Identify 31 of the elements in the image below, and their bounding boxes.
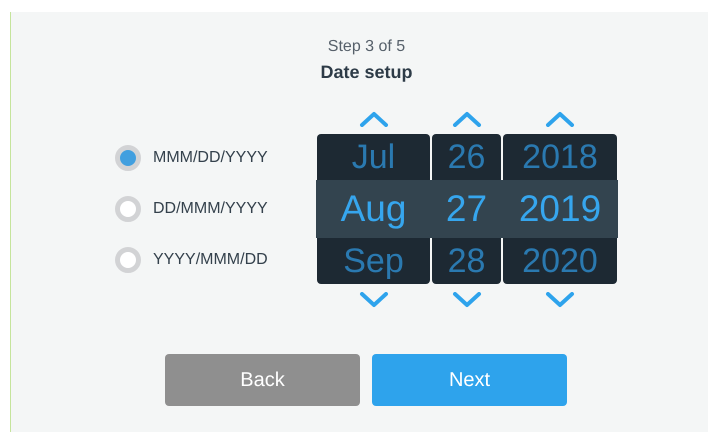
wheel-item[interactable]: 28	[432, 238, 501, 284]
scroll-down-button[interactable]	[544, 290, 576, 310]
chevron-down-icon	[452, 292, 482, 308]
step-indicator: Step 3 of 5	[328, 37, 406, 57]
wheel-item[interactable]: 27	[432, 180, 501, 238]
scroll-down-button[interactable]	[450, 290, 482, 310]
wheel-item[interactable]: 2019	[503, 180, 617, 238]
chevron-down-icon	[358, 292, 388, 308]
wheel-item[interactable]: 2018	[503, 134, 617, 180]
radio-button[interactable]	[115, 247, 141, 273]
option-label: DD/MMM/YYYY	[153, 200, 268, 218]
back-button[interactable]: Back	[165, 354, 360, 406]
wheel-item[interactable]: Aug	[317, 180, 430, 238]
wheel-item[interactable]: Sep	[317, 238, 430, 284]
option-label: MMM/DD/YYYY	[153, 149, 268, 167]
wheel-item[interactable]: Jul	[317, 134, 430, 180]
option-label: YYYY/MMM/DD	[153, 251, 268, 269]
wheel-column[interactable]: 2018 2019 2020	[503, 134, 617, 284]
wheel-item[interactable]: 26	[432, 134, 501, 180]
wheel-column[interactable]: Jul Aug Sep	[317, 134, 430, 284]
page-title: Date setup	[320, 61, 413, 84]
chevron-up-icon	[452, 110, 482, 126]
radio-button[interactable]	[115, 145, 141, 171]
wheel-item[interactable]: 2020	[503, 238, 617, 284]
radio-button[interactable]	[115, 196, 141, 222]
chevron-down-icon	[545, 292, 575, 308]
chevron-up-icon	[545, 110, 575, 126]
chevron-up-icon	[358, 110, 388, 126]
next-button[interactable]: Next	[372, 354, 567, 406]
wheel-column[interactable]: 26 27 28	[432, 134, 501, 284]
scroll-down-button[interactable]	[358, 290, 390, 310]
